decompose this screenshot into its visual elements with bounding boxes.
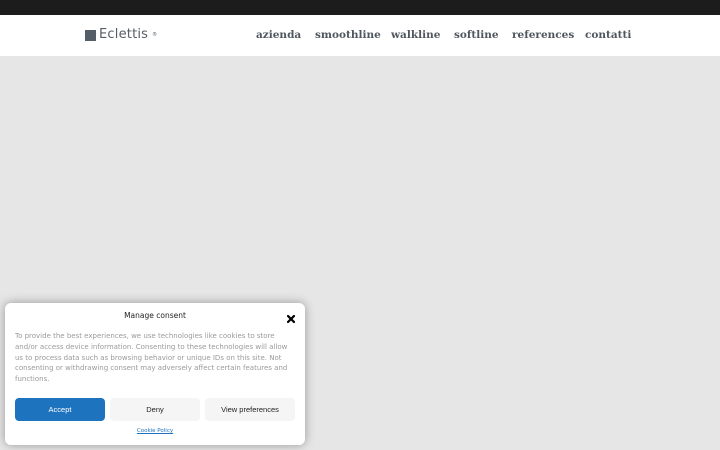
view-preferences-button[interactable]: View preferences: [205, 398, 295, 421]
nav-item-walkline[interactable]: walkline: [391, 28, 440, 42]
nav-item-references[interactable]: references: [512, 28, 574, 42]
accept-button[interactable]: Accept: [15, 398, 105, 421]
cookie-consent-dialog: Manage consent To provide the best exper…: [5, 303, 305, 445]
close-icon[interactable]: [285, 310, 297, 324]
consent-body-text: To provide the best experiences, we use …: [15, 332, 288, 384]
site-header: Eclettis ® azienda smoothline walkline s…: [0, 15, 720, 56]
deny-button[interactable]: Deny: [110, 398, 200, 421]
nav-item-azienda[interactable]: azienda: [256, 28, 301, 42]
consent-title: Manage consent: [124, 311, 186, 320]
nav-item-softline[interactable]: softline: [454, 28, 499, 42]
top-bar: [0, 0, 720, 15]
main-nav: azienda smoothline walkline softline ref…: [0, 28, 720, 42]
nav-item-smoothline[interactable]: smoothline: [315, 28, 381, 42]
cookie-policy-link[interactable]: Cookie Policy: [5, 427, 305, 435]
nav-item-contatti[interactable]: contatti: [585, 28, 631, 42]
